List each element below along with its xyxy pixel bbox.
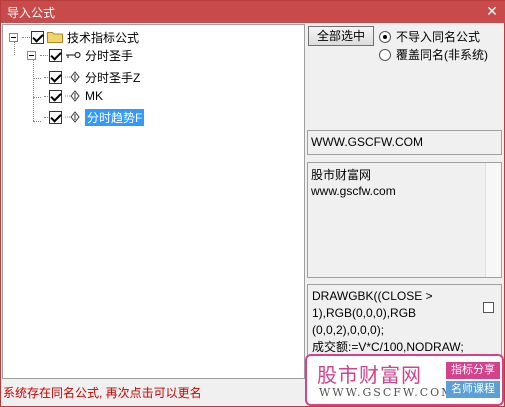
folder-icon <box>47 32 63 43</box>
title-bar[interactable]: 导入公式 ✕ <box>1 1 505 23</box>
banner-url: WWW.GSCFW.COM <box>319 386 455 399</box>
tree-node-label: MK <box>85 89 103 103</box>
tree-connector <box>40 54 48 56</box>
tree-connector <box>33 121 41 122</box>
radio-no-import[interactable]: 不导入同名公式 <box>379 28 480 45</box>
description-line: www.gscfw.com <box>311 184 396 198</box>
banner-tag-course: 名师课程 <box>446 381 500 398</box>
radio-label: 覆盖同名(非系统) <box>396 48 488 62</box>
tree-connector <box>22 36 30 38</box>
banner-logo-text: 股市财富网 <box>317 363 422 387</box>
tree-node-label-selected: 分时趋势F <box>85 108 145 126</box>
tree-node-label: 分时圣手Z <box>85 70 141 85</box>
window-title: 导入公式 <box>7 6 56 20</box>
radio-overwrite[interactable]: 覆盖同名(非系统) <box>379 46 488 63</box>
tree-node-root[interactable]: 技术指标公式 <box>9 28 139 46</box>
options-panel: 全部选中 不导入同名公式 覆盖同名(非系统) WWW.GSCFW.COM 股市财… <box>307 24 504 404</box>
formula-icon <box>65 71 80 83</box>
tree-connector <box>33 78 41 79</box>
group-checkbox[interactable] <box>49 48 62 62</box>
collapse-toggle-icon[interactable] <box>27 50 36 60</box>
tree-item[interactable]: MK <box>43 87 103 105</box>
formula-code[interactable]: DRAWGBK((CLOSE > 1),RGB(0,0,0),RGB (0,0,… <box>307 284 502 362</box>
item-checkbox[interactable] <box>49 89 62 103</box>
watermark-banner: 股市财富网 WWW.GSCFW.COM 指标分享 名师课程 <box>305 354 504 406</box>
tree-connector <box>33 97 41 98</box>
formula-icon <box>65 90 80 102</box>
tree-node-label: 技术指标公式 <box>67 30 140 45</box>
scrollbar[interactable] <box>485 163 501 277</box>
close-button[interactable]: ✕ <box>484 3 500 19</box>
status-message: 系统存在同名公式, 再次点击可以更名 <box>3 386 202 400</box>
code-checkbox[interactable] <box>483 302 494 313</box>
tree-connector <box>33 59 34 121</box>
formula-tree[interactable]: 技术指标公式 分时圣手 分时圣手Z MK 分时趋势F <box>2 24 305 379</box>
root-checkbox[interactable] <box>31 30 44 44</box>
formula-url-field[interactable]: WWW.GSCFW.COM <box>307 130 502 155</box>
tree-connector <box>44 116 48 118</box>
formula-icon <box>65 111 80 123</box>
item-checkbox[interactable] <box>49 110 62 124</box>
code-line: 1),RGB(0,0,0),RGB <box>312 306 417 320</box>
tree-item[interactable]: 分时圣手Z <box>43 68 140 86</box>
banner-tag-share: 指标分享 <box>446 362 500 379</box>
collapse-toggle-icon[interactable] <box>9 32 18 42</box>
key-icon <box>66 51 81 59</box>
formula-description[interactable]: 股市财富网 www.gscfw.com <box>307 162 502 278</box>
tree-node-group[interactable]: 分时圣手 <box>27 46 133 64</box>
code-line: DRAWGBK((CLOSE > <box>312 289 433 303</box>
import-formula-window: 导入公式 ✕ 技术指标公式 分时圣手 分时圣手Z MK 分时趋势F 系统存在同名… <box>0 0 505 407</box>
code-line: (0,0,2),0,0,0); <box>312 323 385 337</box>
radio-button[interactable] <box>379 30 391 43</box>
radio-label: 不导入同名公式 <box>396 30 481 44</box>
description-line: 股市财富网 <box>311 168 372 182</box>
select-all-button[interactable]: 全部选中 <box>308 26 374 46</box>
item-checkbox[interactable] <box>49 70 62 84</box>
tree-node-label: 分时圣手 <box>85 48 134 63</box>
tree-connector <box>44 95 48 97</box>
radio-button[interactable] <box>379 48 391 61</box>
tree-connector <box>44 76 48 78</box>
tree-item[interactable]: 分时趋势F <box>43 108 145 126</box>
